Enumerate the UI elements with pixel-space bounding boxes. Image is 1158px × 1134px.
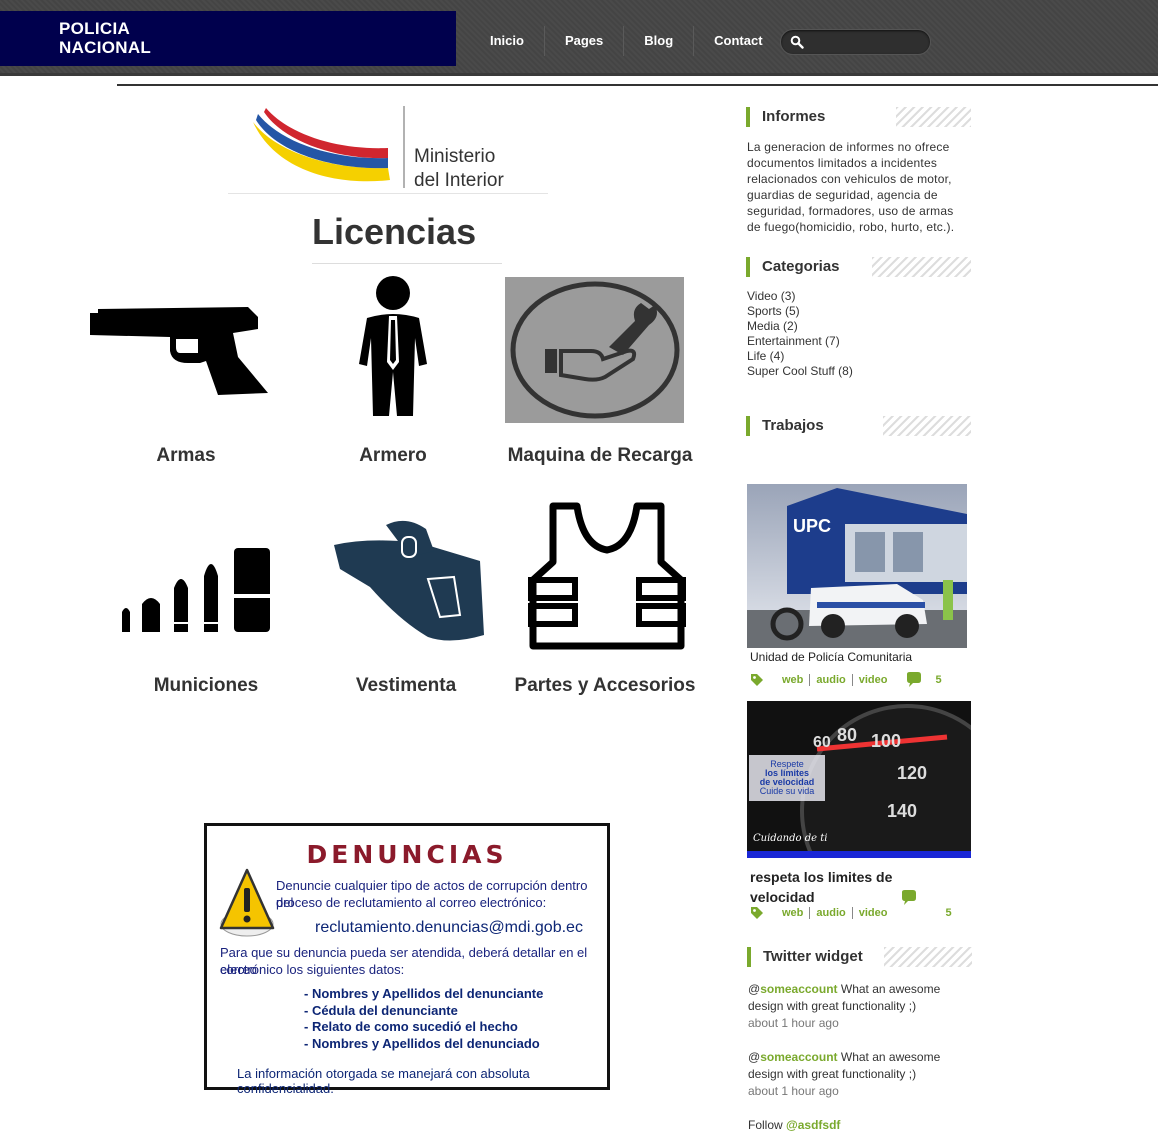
header-divider [117,84,1158,86]
denuncias-line4: electrónico los siguientes datos: [220,962,405,977]
categoria-video[interactable]: Video (3) [747,289,853,304]
twitter-heading: Twitter widget [747,947,882,967]
heading-stripe [872,257,971,277]
category-armas[interactable]: Armas [86,445,286,467]
post-title-upc[interactable]: Unidad de Policía Comunitaria [750,650,912,664]
tag-video[interactable]: video [853,674,894,686]
speed-limit-image[interactable]: 80 100 120 140 60 Respete los límites de… [747,701,971,858]
category-maquina-recarga[interactable]: Maquina de Recarga [500,445,700,467]
categoria-super-cool-stuff[interactable]: Super Cool Stuff (8) [747,364,853,379]
pistol-icon[interactable] [88,305,270,397]
tweet-time[interactable]: about 1 hour ago [748,1083,968,1100]
list-item: - Nombres y Apellidos del denunciante [304,986,544,1001]
tag-audio[interactable]: audio [810,907,853,919]
main-nav: Inicio Pages Blog Contact [470,26,783,56]
denuncias-email[interactable]: reclutamiento.denuncias@mdi.gob.ec [315,919,583,937]
denuncias-line2: proceso de reclutamiento al correo elect… [276,895,547,910]
search-box [780,29,931,55]
nav-contact[interactable]: Contact [694,26,782,56]
categoria-entertainment[interactable]: Entertainment (7) [747,334,853,349]
categoria-life[interactable]: Life (4) [747,349,853,364]
post-title-velocidad[interactable]: respeta los limites de velocidad [750,867,920,907]
tag-video[interactable]: video [853,907,894,919]
logo-text: POLICIA NACIONAL [59,19,152,57]
ecuador-flag-swoosh-icon [253,106,405,188]
nav-blog[interactable]: Blog [624,26,695,56]
categorias-list: Video (3) Sports (5) Media (2) Entertain… [747,289,853,379]
site-header: POLICIA NACIONAL Inicio Pages Blog Conta… [0,0,1158,76]
warning-icon [219,868,275,937]
ministerio-text: Ministerio del Interior [414,146,504,191]
informes-heading: Informes [746,107,886,127]
heading-stripe [883,416,971,436]
search-input[interactable] [809,33,921,51]
denuncias-banner: DENUNCIAS Denuncie cualquier tipo de act… [204,823,610,1096]
comment-count[interactable]: 5 [945,907,951,919]
wrench-hand-icon[interactable] [505,277,684,423]
svg-text:140: 140 [887,801,917,821]
informes-text: La generacion de informes no ofrece docu… [747,140,955,234]
svg-text:60: 60 [813,734,831,751]
svg-text:120: 120 [897,763,927,783]
vest-icon[interactable] [527,502,687,650]
list-item: - Nombres y Apellidos del denunciado [304,1035,540,1051]
upc-building-image[interactable]: UPC [747,484,967,648]
tag-audio[interactable]: audio [810,674,853,686]
denuncias-title: DENUNCIAS [306,840,508,869]
comment-count[interactable]: 5 [935,674,941,686]
tweet-account-link[interactable]: someaccount [760,1050,837,1064]
denuncias-list: - Nombres y Apellidos del denunciante - … [304,986,543,1052]
comment-icon [907,672,922,687]
categoria-sports[interactable]: Sports (5) [747,304,853,319]
tweet: @someaccount What an awesome design with… [748,981,968,1032]
list-item: - Cédula del denunciante [304,1002,458,1018]
trabajos-heading: Trabajos [746,416,876,436]
category-partes-accesorios[interactable]: Partes y Accesorios [505,675,705,697]
tag-web[interactable]: web [776,907,811,919]
tweet-account-link[interactable]: someaccount [760,982,837,996]
site-logo[interactable]: POLICIA NACIONAL [0,11,456,66]
tweet-time[interactable]: about 1 hour ago [748,1015,968,1032]
svg-text:80: 80 [837,725,857,745]
follow-link[interactable]: @asdfsdf [786,1118,840,1132]
image-sign: UPC [793,516,831,536]
tweet: @someaccount What an awesome design with… [748,1049,968,1100]
heading-stripe [896,107,971,127]
heading-stripe [884,947,972,967]
post-meta: web audio video 5 [750,906,952,920]
nav-inicio[interactable]: Inicio [470,26,545,56]
ministerio-logo: Ministerio del Interior [228,100,548,194]
denuncias-footer: La información otorgada se manejará con … [237,1066,530,1096]
tag-web[interactable]: web [776,674,811,686]
categoria-media[interactable]: Media (2) [747,319,853,334]
bullets-icon[interactable] [118,546,274,636]
comment-icon [902,890,916,905]
search-icon[interactable] [790,35,804,49]
list-item: - Relato de como sucedió el hecho [304,1019,518,1034]
category-armero[interactable]: Armero [293,445,493,467]
twitter-follow: Follow @asdfsdf [748,1118,841,1132]
category-vestimenta[interactable]: Vestimenta [306,675,506,697]
page-title: Licencias [312,211,502,264]
svg-text:Cuide su vida: Cuide su vida [760,786,815,796]
tag-icon [751,907,763,919]
post-meta: web audio video 5 [750,672,942,688]
nav-pages[interactable]: Pages [545,26,625,56]
svg-text:100: 100 [871,731,901,751]
category-municiones[interactable]: Municiones [106,675,306,697]
categorias-heading: Categorias [746,257,866,277]
person-tie-icon[interactable] [355,276,431,418]
holster-icon[interactable] [330,517,486,647]
svg-text:Cuidando de ti: Cuidando de ti [753,833,827,844]
tag-icon [751,674,763,686]
